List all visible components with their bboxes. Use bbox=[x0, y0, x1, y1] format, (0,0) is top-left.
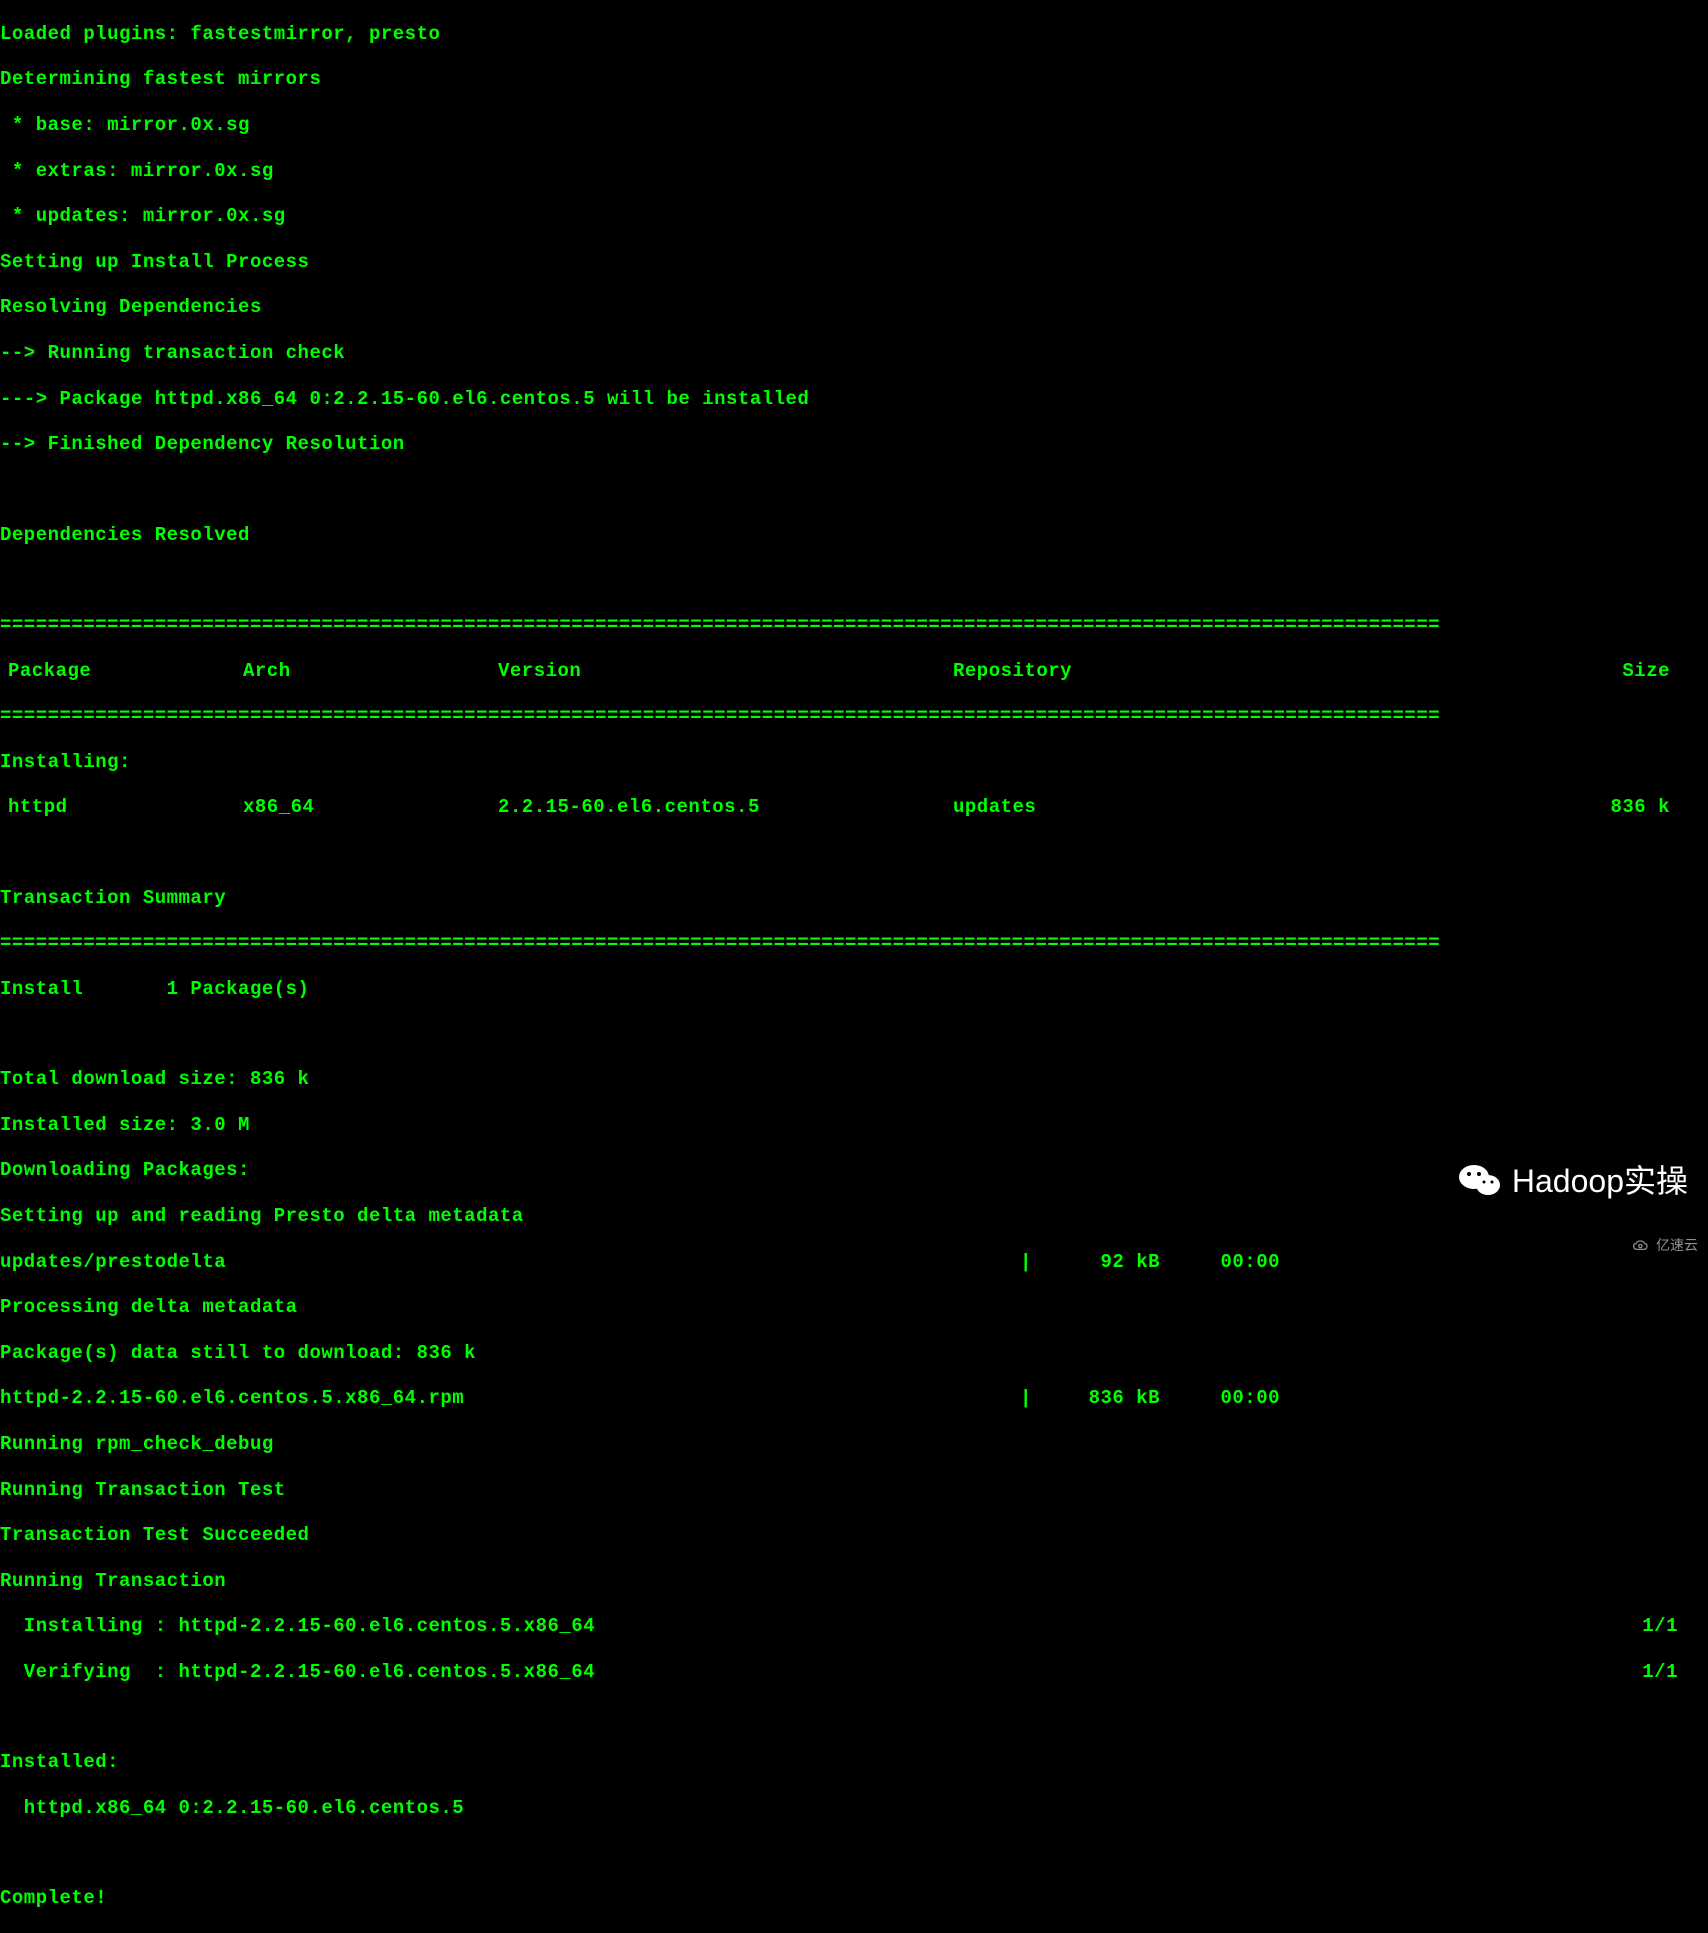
blank-line bbox=[0, 842, 1708, 864]
progress-label: Verifying : httpd-2.2.15-60.el6.centos.5… bbox=[0, 1661, 1195, 1684]
cloud-icon bbox=[1632, 1238, 1652, 1254]
test-succeeded: Transaction Test Succeeded bbox=[0, 1524, 1708, 1547]
blank-line bbox=[0, 569, 1708, 591]
transaction-summary: Transaction Summary bbox=[0, 887, 1708, 910]
wechat-icon bbox=[1456, 1157, 1504, 1205]
processing-delta: Processing delta metadata bbox=[0, 1296, 1708, 1319]
downloading-packages: Downloading Packages: bbox=[0, 1159, 1708, 1182]
download-time: 00:00 bbox=[1190, 1387, 1280, 1410]
cell-size: 836 k bbox=[1213, 796, 1700, 819]
line-resolving: Resolving Dependencies bbox=[0, 296, 1708, 319]
download-label: httpd-2.2.15-60.el6.centos.5.x86_64.rpm bbox=[0, 1387, 1020, 1410]
header-arch: Arch bbox=[243, 660, 498, 683]
line-updates-mirror: * updates: mirror.0x.sg bbox=[0, 205, 1708, 228]
install-count: Install 1 Package(s) bbox=[0, 978, 1708, 1001]
still-download: Package(s) data still to download: 836 k bbox=[0, 1342, 1708, 1365]
divider-line: ========================================… bbox=[0, 705, 1708, 728]
presto-metadata: Setting up and reading Presto delta meta… bbox=[0, 1205, 1708, 1228]
blank-line bbox=[0, 479, 1708, 501]
download-time: 00:00 bbox=[1190, 1251, 1280, 1274]
watermark-secondary-text: 亿速云 bbox=[1656, 1237, 1698, 1254]
transaction-test: Running Transaction Test bbox=[0, 1479, 1708, 1502]
progress-verifying: Verifying : httpd-2.2.15-60.el6.centos.5… bbox=[0, 1661, 1708, 1684]
blank-line bbox=[0, 1843, 1708, 1865]
line-extras-mirror: * extras: mirror.0x.sg bbox=[0, 160, 1708, 183]
line-loaded-plugins: Loaded plugins: fastestmirror, presto bbox=[0, 23, 1708, 46]
watermark-secondary: 亿速云 bbox=[1632, 1237, 1698, 1254]
table-header: PackageArchVersionRepositorySize bbox=[0, 660, 1708, 683]
cell-repository: updates bbox=[953, 796, 1213, 819]
header-repository: Repository bbox=[953, 660, 1213, 683]
installed-size: Installed size: 3.0 M bbox=[0, 1114, 1708, 1137]
header-package: Package bbox=[8, 660, 243, 683]
progress-count: 1/1 bbox=[1195, 1661, 1708, 1684]
installing-header: Installing: bbox=[0, 751, 1708, 774]
terminal-output: Loaded plugins: fastestmirror, presto De… bbox=[0, 0, 1708, 1933]
download-size: 92 kB bbox=[1050, 1251, 1160, 1274]
line-setting-up: Setting up Install Process bbox=[0, 251, 1708, 274]
cell-package: httpd bbox=[8, 796, 243, 819]
blank-line bbox=[0, 1707, 1708, 1729]
progress-count: 1/1 bbox=[1195, 1615, 1708, 1638]
download-separator: | bbox=[1020, 1251, 1050, 1274]
running-transaction: Running Transaction bbox=[0, 1570, 1708, 1593]
installed-package: httpd.x86_64 0:2.2.15-60.el6.centos.5 bbox=[0, 1797, 1708, 1820]
line-deps-resolved: Dependencies Resolved bbox=[0, 524, 1708, 547]
line-determining: Determining fastest mirrors bbox=[0, 68, 1708, 91]
watermark-main: Hadoop实操 bbox=[1456, 1157, 1688, 1205]
installed-header: Installed: bbox=[0, 1751, 1708, 1774]
progress-installing: Installing : httpd-2.2.15-60.el6.centos.… bbox=[0, 1615, 1708, 1638]
cell-version: 2.2.15-60.el6.centos.5 bbox=[498, 796, 953, 819]
download-prestodelta: updates/prestodelta|92 kB 00:00 bbox=[0, 1251, 1708, 1274]
divider-line: ========================================… bbox=[0, 614, 1708, 637]
download-label: updates/prestodelta bbox=[0, 1251, 1020, 1274]
progress-label: Installing : httpd-2.2.15-60.el6.centos.… bbox=[0, 1615, 1195, 1638]
line-base-mirror: * base: mirror.0x.sg bbox=[0, 114, 1708, 137]
total-download-size: Total download size: 836 k bbox=[0, 1068, 1708, 1091]
table-row: httpdx86_642.2.15-60.el6.centos.5updates… bbox=[0, 796, 1708, 819]
download-rpm: httpd-2.2.15-60.el6.centos.5.x86_64.rpm|… bbox=[0, 1387, 1708, 1410]
download-separator: | bbox=[1020, 1387, 1050, 1410]
divider-line: ========================================… bbox=[0, 932, 1708, 955]
watermark-text: Hadoop实操 bbox=[1512, 1162, 1688, 1200]
complete: Complete! bbox=[0, 1887, 1708, 1910]
line-finished: --> Finished Dependency Resolution bbox=[0, 433, 1708, 456]
header-size: Size bbox=[1213, 660, 1700, 683]
cell-arch: x86_64 bbox=[243, 796, 498, 819]
blank-line bbox=[0, 1023, 1708, 1045]
download-size: 836 kB bbox=[1050, 1387, 1160, 1410]
line-package-install: ---> Package httpd.x86_64 0:2.2.15-60.el… bbox=[0, 388, 1708, 411]
rpm-check: Running rpm_check_debug bbox=[0, 1433, 1708, 1456]
line-running-check: --> Running transaction check bbox=[0, 342, 1708, 365]
header-version: Version bbox=[498, 660, 953, 683]
